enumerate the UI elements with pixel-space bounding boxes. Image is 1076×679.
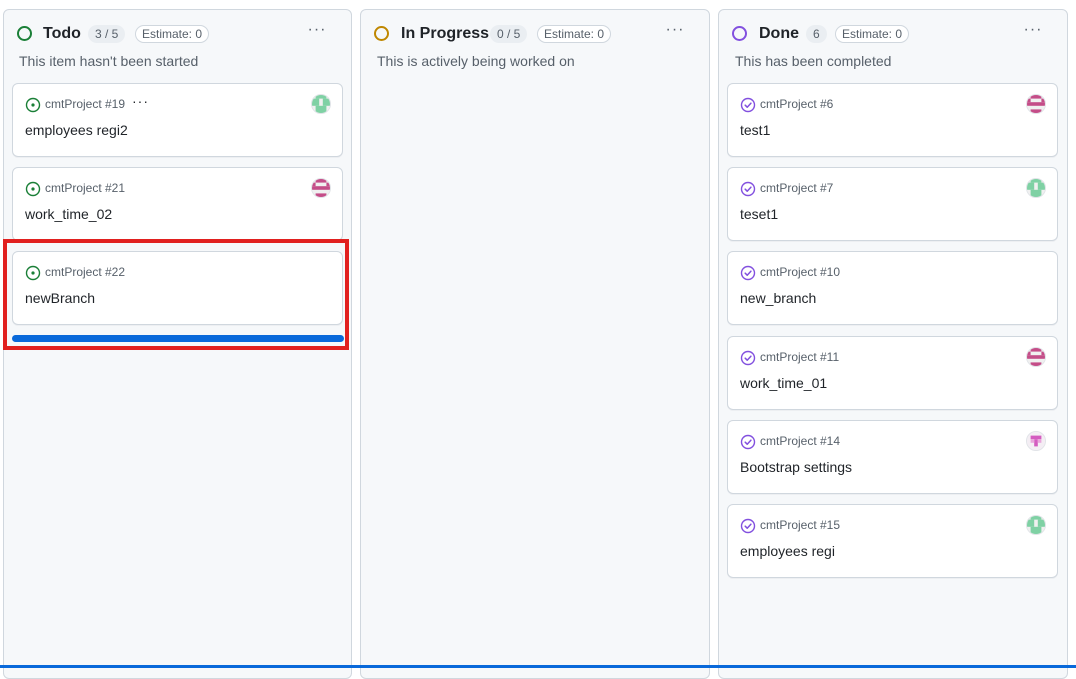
issue-reference: cmtProject #10: [760, 265, 841, 279]
column-done: Done 6 Estimate: 0 ··· This has been com…: [718, 9, 1068, 679]
estimate-badge: Estimate: 0: [835, 25, 910, 43]
in-progress-status-icon: [374, 26, 389, 41]
issue-open-icon: [25, 181, 41, 197]
drop-indicator: [12, 335, 344, 342]
column-description: This item hasn't been started: [19, 53, 199, 69]
issue-card[interactable]: cmtProject #10 new_branch: [727, 251, 1058, 325]
column-title: In Progress: [401, 25, 490, 42]
issue-closed-icon: [740, 518, 756, 534]
issue-closed-icon: [740, 181, 756, 197]
issue-reference: cmtProject #22: [45, 265, 126, 279]
todo-status-icon: [17, 26, 32, 41]
column-header-in-progress: In Progress 0 / 5 Estimate: 0 ··· This i…: [361, 10, 709, 80]
issue-reference: cmtProject #7: [760, 181, 834, 195]
issue-title[interactable]: employees regi2: [25, 122, 128, 138]
column-description: This is actively being worked on: [377, 53, 575, 69]
issue-open-icon: [25, 265, 41, 281]
issue-card[interactable]: cmtProject #11 work_time_01: [727, 336, 1058, 410]
issue-closed-icon: [740, 350, 756, 366]
column-header-todo: Todo 3 / 5 Estimate: 0 ··· This item has…: [4, 10, 351, 80]
issue-card-dragging[interactable]: cmtProject #22 newBranch: [12, 251, 343, 325]
issue-card[interactable]: cmtProject #15 employees regi: [727, 504, 1058, 578]
card-menu-button[interactable]: ···: [132, 93, 149, 109]
issue-title[interactable]: new_branch: [740, 290, 816, 306]
column-todo: Todo 3 / 5 Estimate: 0 ··· This item has…: [3, 9, 352, 679]
issue-card[interactable]: cmtProject #6 test1: [727, 83, 1058, 157]
column-title: Done: [759, 25, 799, 42]
pink-avatar[interactable]: [1026, 347, 1046, 367]
issue-card[interactable]: cmtProject #14 Bootstrap settings: [727, 420, 1058, 494]
green-avatar[interactable]: [311, 94, 331, 114]
issue-title[interactable]: work_time_01: [740, 375, 827, 391]
magenta-avatar[interactable]: [1026, 431, 1046, 451]
pink-avatar[interactable]: [311, 178, 331, 198]
issue-reference: cmtProject #11: [760, 350, 840, 364]
column-menu-button[interactable]: ···: [305, 22, 329, 42]
issue-reference: cmtProject #6: [760, 97, 834, 111]
column-description: This has been completed: [735, 53, 892, 69]
issue-title[interactable]: test1: [740, 122, 770, 138]
done-status-icon: [732, 26, 747, 41]
pink-avatar[interactable]: [1026, 94, 1046, 114]
issue-reference: cmtProject #14: [760, 434, 841, 448]
issue-reference: cmtProject #21: [45, 181, 126, 195]
column-title: Todo: [43, 25, 81, 42]
estimate-badge: Estimate: 0: [135, 25, 210, 43]
issue-reference: cmtProject #19: [45, 97, 126, 111]
issue-title[interactable]: employees regi: [740, 543, 835, 559]
issue-title[interactable]: newBranch: [25, 290, 95, 306]
estimate-badge: Estimate: 0: [537, 25, 612, 43]
issue-title[interactable]: teset1: [740, 206, 778, 222]
issue-closed-icon: [740, 265, 756, 281]
column-in-progress: In Progress 0 / 5 Estimate: 0 ··· This i…: [360, 9, 710, 679]
issue-card[interactable]: cmtProject #19 ··· employees regi2: [12, 83, 343, 157]
issue-card[interactable]: cmtProject #21 work_time_02: [12, 167, 343, 241]
issue-reference: cmtProject #15: [760, 518, 841, 532]
column-menu-button[interactable]: ···: [1021, 22, 1045, 42]
issue-card[interactable]: cmtProject #7 teset1: [727, 167, 1058, 241]
column-menu-button[interactable]: ···: [663, 22, 687, 42]
column-count-badge: 3 / 5: [88, 25, 126, 43]
issue-closed-icon: [740, 434, 756, 450]
column-header-done: Done 6 Estimate: 0 ··· This has been com…: [719, 10, 1067, 80]
green-avatar[interactable]: [1026, 515, 1046, 535]
column-count-badge: 6: [806, 25, 827, 43]
issue-title[interactable]: Bootstrap settings: [740, 459, 852, 475]
column-count-badge: 0 / 5: [490, 25, 528, 43]
issue-open-icon: [25, 97, 41, 113]
green-avatar[interactable]: [1026, 178, 1046, 198]
issue-closed-icon: [740, 97, 756, 113]
issue-title[interactable]: work_time_02: [25, 206, 112, 222]
